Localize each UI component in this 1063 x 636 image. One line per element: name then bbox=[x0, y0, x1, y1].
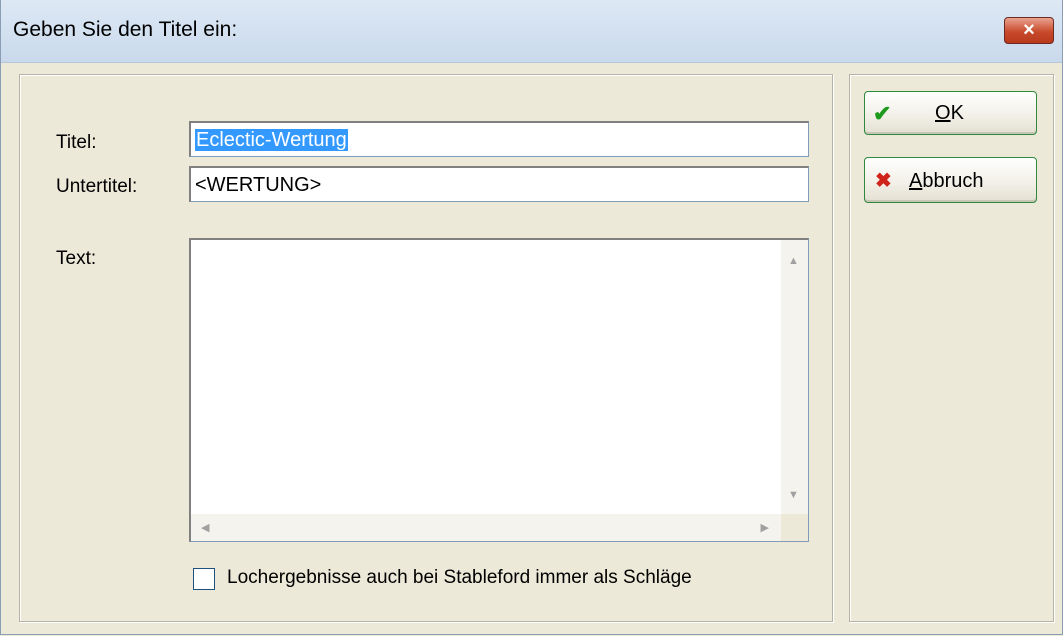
window-title: Geben Sie den Titel ein: bbox=[13, 18, 238, 41]
titel-value: Eclectic-Wertung bbox=[195, 129, 348, 151]
close-button[interactable]: × bbox=[1004, 17, 1054, 44]
ok-button[interactable]: ✔ OK bbox=[864, 91, 1037, 135]
vertical-scrollbar[interactable]: ▲ ▼ bbox=[781, 240, 808, 514]
title-bar: Geben Sie den Titel ein: × bbox=[1, 0, 1062, 63]
text-area[interactable]: ▲ ▼ ◀ ▶ bbox=[189, 238, 809, 542]
cancel-label: Abbruch bbox=[909, 170, 984, 192]
scroll-left-icon[interactable]: ◀ bbox=[201, 521, 209, 535]
text-label: Text: bbox=[56, 248, 97, 269]
titel-label: Titel: bbox=[56, 132, 97, 153]
scrollbar-corner bbox=[781, 514, 808, 541]
titel-input[interactable]: Eclectic-Wertung bbox=[189, 121, 809, 157]
close-icon: × bbox=[1023, 19, 1035, 41]
x-icon: ✖ bbox=[875, 170, 892, 192]
stableford-checkbox-label[interactable]: Lochergebnisse auch bei Stableford immer… bbox=[227, 567, 692, 589]
cancel-button[interactable]: ✖ Abbruch bbox=[864, 157, 1037, 203]
horizontal-scrollbar[interactable]: ◀ ▶ bbox=[191, 514, 781, 541]
stableford-checkbox[interactable] bbox=[193, 568, 215, 590]
untertitel-label: Untertitel: bbox=[56, 176, 138, 197]
untertitel-value: <WERTUNG> bbox=[195, 174, 322, 196]
check-icon: ✔ bbox=[873, 101, 892, 126]
ok-label: OK bbox=[935, 102, 964, 124]
scroll-right-icon[interactable]: ▶ bbox=[761, 521, 769, 535]
scroll-up-icon[interactable]: ▲ bbox=[788, 254, 799, 268]
dialog-window: Geben Sie den Titel ein: × Titel: Eclect… bbox=[0, 0, 1063, 635]
scroll-down-icon[interactable]: ▼ bbox=[788, 488, 799, 502]
untertitel-input[interactable]: <WERTUNG> bbox=[189, 166, 809, 202]
